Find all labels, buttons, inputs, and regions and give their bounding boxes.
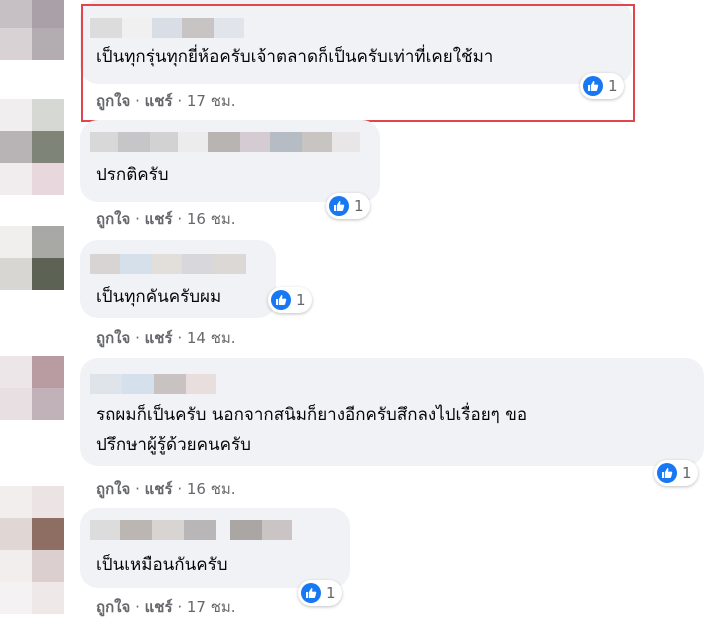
reaction-count: 1 [682,464,692,482]
separator: · [177,329,183,347]
separator: · [135,480,140,498]
reaction-count: 1 [354,197,364,215]
comment-text: เป็นทุกคันครับผม [96,287,222,307]
separator: · [177,210,183,228]
thumbs-up-icon [271,290,291,310]
reaction-count-badge[interactable]: 1 [298,580,342,606]
comment-text-line-1: รถผมก็เป็นครับ นอกจากสนิมก็ยางอีกครับสึก… [96,405,528,425]
avatar-lower [0,163,64,195]
share-link[interactable]: แชร์ [145,480,173,498]
thumbs-up-icon [329,196,349,216]
timestamp[interactable]: 14 ชม. [187,329,236,347]
commenter-name-blurred[interactable] [90,254,246,274]
like-link[interactable]: ถูกใจ [96,210,130,228]
thumbs-up-icon [657,463,677,483]
avatar[interactable] [0,0,64,60]
avatar[interactable] [0,486,64,614]
avatar[interactable] [0,356,64,420]
like-link[interactable]: ถูกใจ [96,480,130,498]
comment-text: ปรกติครับ [96,165,169,185]
comment-actions: ถูกใจ · แชร์ · 14 ชม. [96,328,236,348]
reaction-count-badge[interactable]: 1 [654,460,698,486]
thumbs-up-icon [301,583,321,603]
reaction-count-badge[interactable]: 1 [326,193,370,219]
like-link[interactable]: ถูกใจ [96,329,130,347]
timestamp[interactable]: 16 ชม. [187,480,236,498]
comment-bubble: เป็นเหมือนกันครับ [80,508,350,588]
share-link[interactable]: แชร์ [145,598,173,616]
like-link[interactable]: ถูกใจ [96,598,130,616]
reaction-count: 1 [326,584,336,602]
commenter-name-blurred[interactable] [90,520,292,540]
separator: · [135,598,140,616]
comment-bubble: เป็นทุกคันครับผม [80,240,276,318]
comment-actions: ถูกใจ · แชร์ · 17 ชม. [96,597,236,617]
separator: · [177,598,183,616]
separator: · [135,210,140,228]
comment-text: เป็นเหมือนกันครับ [96,555,228,575]
reaction-count: 1 [296,291,306,309]
highlight-box [81,4,635,122]
avatar[interactable] [0,99,64,163]
commenter-name-blurred[interactable] [90,374,216,394]
share-link[interactable]: แชร์ [145,210,173,228]
share-link[interactable]: แชร์ [145,329,173,347]
separator: · [135,329,140,347]
comment-actions: ถูกใจ · แชร์ · 16 ชม. [96,479,236,499]
reaction-count-badge[interactable]: 1 [268,287,312,313]
avatar[interactable] [0,226,64,290]
timestamp[interactable]: 16 ชม. [187,210,236,228]
separator: · [177,480,183,498]
timestamp[interactable]: 17 ชม. [187,598,236,616]
comment-bubble: ปรกติครับ [80,120,380,202]
comment-text-line-2: ปรึกษาผู้รู้ด้วยคนครับ [96,435,251,455]
comment-actions: ถูกใจ · แชร์ · 16 ชม. [96,209,236,229]
comment-bubble: รถผมก็เป็นครับ นอกจากสนิมก็ยางอีกครับสึก… [80,358,704,466]
commenter-name-blurred[interactable] [90,132,360,152]
